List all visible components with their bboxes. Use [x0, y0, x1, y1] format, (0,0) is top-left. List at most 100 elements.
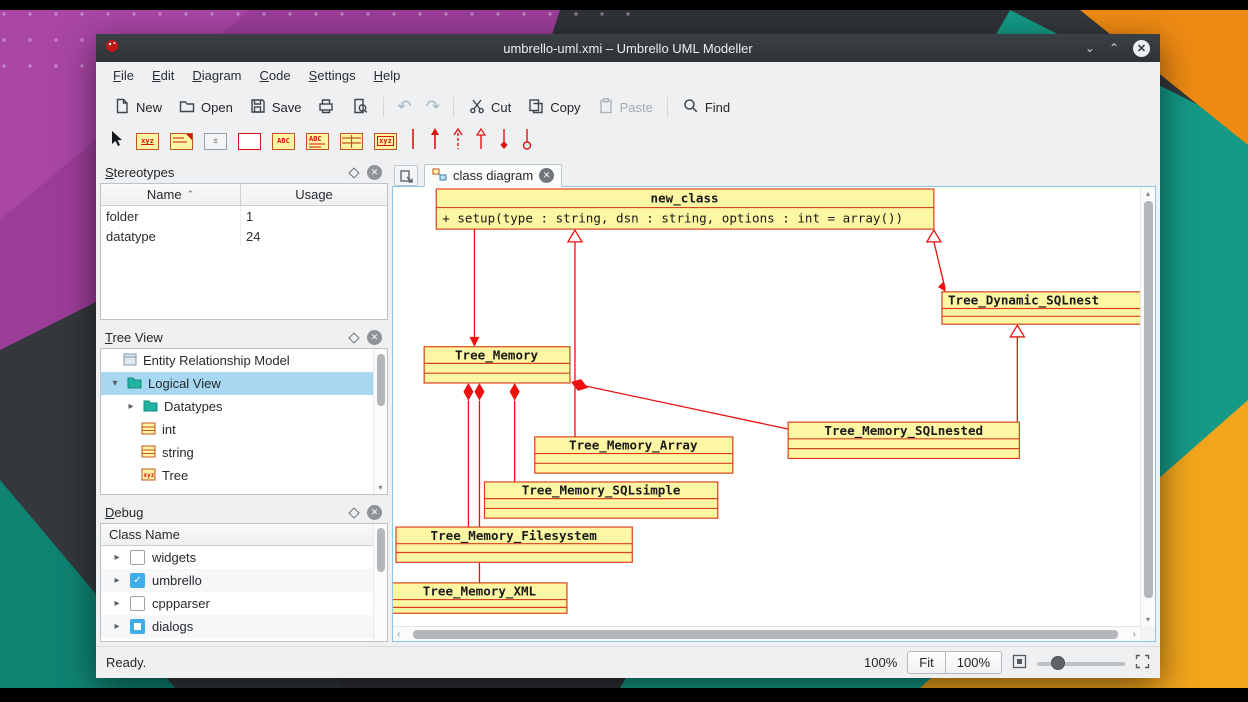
save-button[interactable]: Save — [242, 93, 309, 122]
scroll-up-icon[interactable]: ▴ — [1141, 189, 1155, 198]
tree-item-er-model[interactable]: Entity Relationship Model — [101, 349, 387, 372]
tab-class-diagram[interactable]: class diagram ✕ — [424, 164, 562, 187]
chevron-right-icon[interactable]: ▸ — [125, 401, 137, 412]
edge-treememory-filesystem[interactable] — [463, 383, 473, 527]
interface-tool[interactable]: ABC — [272, 133, 295, 150]
edge-treememory-sqlnested[interactable] — [571, 379, 788, 429]
checkbox-checked[interactable]: ✓ — [130, 573, 145, 588]
titlebar[interactable]: umbrello-uml.xmi – Umbrello UML Modeller… — [96, 34, 1160, 62]
edge-newclass-treememory[interactable] — [469, 229, 479, 347]
horizontal-scrollbar-thumb[interactable] — [413, 630, 1118, 639]
stereotypes-dock-header[interactable]: Stereotypes ✕ — [100, 162, 388, 183]
aggregation-tool[interactable] — [521, 128, 533, 155]
undo-button[interactable]: ↶ — [391, 97, 417, 117]
checkbox-unchecked[interactable] — [130, 550, 145, 565]
detach-tab-button[interactable] — [394, 165, 418, 186]
print-preview-button[interactable] — [344, 93, 376, 122]
chevron-right-icon[interactable]: ▸ — [111, 621, 123, 632]
chevron-down-icon[interactable]: ▾ — [109, 378, 121, 389]
checkbox-unchecked[interactable] — [130, 596, 145, 611]
copy-button[interactable]: Copy — [520, 93, 587, 122]
zoom-100-button[interactable]: 100% — [946, 651, 1002, 674]
tree-item-string[interactable]: string — [101, 441, 387, 464]
vertical-scrollbar-thumb[interactable] — [1144, 201, 1153, 598]
table-row[interactable]: folder 1 — [101, 206, 387, 226]
uml-class-new-class[interactable]: new_class + setup(type : string, dsn : s… — [436, 189, 934, 229]
horizontal-scrollbar[interactable]: ‹ › — [393, 626, 1140, 641]
tree-view-dock-header[interactable]: Tree View ✕ — [100, 327, 388, 348]
open-button[interactable]: Open — [171, 93, 240, 122]
directed-association-tool[interactable] — [429, 128, 441, 155]
scroll-down-icon[interactable]: ▾ — [1141, 615, 1155, 624]
tree-item-tree[interactable]: xyz Tree — [101, 464, 387, 487]
debug-item-widgets[interactable]: ▸ widgets — [101, 546, 387, 569]
tree-item-datatypes[interactable]: ▸ Datatypes — [101, 395, 387, 418]
table-row[interactable]: datatype 24 — [101, 226, 387, 246]
association-line-tool[interactable] — [408, 128, 418, 155]
note-tool[interactable] — [170, 133, 193, 150]
chevron-right-icon[interactable]: ▸ — [111, 575, 123, 586]
debug-item-dialogs[interactable]: ▸ dialogs — [101, 615, 387, 638]
uml-class-tree-memory-array[interactable]: Tree_Memory_Array — [535, 437, 733, 473]
select-pointer-tool[interactable] — [109, 130, 125, 153]
debug-dock-header[interactable]: Debug ✕ — [100, 502, 388, 523]
close-dock-icon[interactable]: ✕ — [367, 165, 382, 180]
debug-scrollbar[interactable] — [373, 524, 387, 641]
class-tool[interactable]: xyz — [136, 133, 159, 150]
redo-button[interactable]: ↷ — [420, 97, 446, 117]
cut-button[interactable]: Cut — [461, 93, 518, 122]
tree-item-int[interactable]: int — [101, 418, 387, 441]
uml-class-tree-memory-sqlnested[interactable]: Tree_Memory_SQLnested — [788, 422, 1019, 458]
fit-button[interactable]: Fit — [907, 651, 945, 674]
scroll-left-icon[interactable]: ‹ — [397, 627, 400, 641]
entity-tool[interactable]: xyz — [374, 133, 397, 150]
debug-item-cppparser[interactable]: ▸ cppparser — [101, 592, 387, 615]
uml-class-tree-memory-sqlsimple[interactable]: Tree_Memory_SQLsimple — [484, 482, 717, 518]
float-dock-icon[interactable] — [348, 332, 359, 343]
datatype-tool[interactable]: ABC — [306, 133, 329, 150]
checkbox-partial[interactable] — [130, 619, 145, 634]
uml-class-tree-memory[interactable]: Tree_Memory — [424, 347, 570, 383]
menu-code[interactable]: Code — [251, 64, 300, 87]
edge-treememory-sqlsimple[interactable] — [510, 383, 520, 482]
tree-item-logical-view[interactable]: ▾ Logical View — [101, 372, 387, 395]
generalization-tool[interactable] — [475, 128, 487, 155]
menu-diagram[interactable]: Diagram — [183, 64, 250, 87]
float-dock-icon[interactable] — [348, 507, 359, 518]
close-tab-icon[interactable]: ✕ — [539, 168, 554, 183]
edge-newclass-dynamic[interactable] — [927, 230, 946, 292]
tree-view-scrollbar[interactable]: ▾ — [373, 349, 387, 494]
minimize-button[interactable]: ⌄ — [1085, 42, 1095, 54]
chevron-right-icon[interactable]: ▸ — [111, 598, 123, 609]
fit-page-icon[interactable] — [1012, 654, 1027, 672]
paste-button[interactable]: Paste — [590, 93, 660, 122]
new-button[interactable]: New — [106, 93, 169, 122]
column-header-name[interactable]: Name ⌃ — [101, 184, 241, 205]
box-tool[interactable] — [238, 133, 261, 150]
package-tool[interactable] — [340, 133, 363, 150]
menu-help[interactable]: Help — [365, 64, 410, 87]
print-button[interactable] — [310, 93, 342, 122]
zoom-slider-handle[interactable] — [1051, 656, 1065, 670]
close-button[interactable]: ✕ — [1133, 40, 1150, 57]
close-dock-icon[interactable]: ✕ — [367, 330, 382, 345]
edge-sqlnested-dynamic[interactable] — [1010, 325, 1024, 422]
vertical-scrollbar[interactable]: ▴ ▾ — [1140, 187, 1155, 626]
scroll-right-icon[interactable]: › — [1133, 627, 1136, 641]
menu-file[interactable]: File — [104, 64, 143, 87]
uml-class-tree-dynamic-sqlnested[interactable]: Tree_Dynamic_SQLnest — [942, 292, 1140, 324]
diagram-canvas[interactable]: new_class + setup(type : string, dsn : s… — [393, 187, 1140, 626]
uml-class-tree-memory-xml[interactable]: Tree_Memory_XML — [393, 583, 567, 613]
menu-settings[interactable]: Settings — [300, 64, 365, 87]
text-lines-tool[interactable]: ≡ — [204, 133, 227, 150]
dependency-tool[interactable] — [452, 128, 464, 155]
composition-tool[interactable] — [498, 128, 510, 155]
menu-edit[interactable]: Edit — [143, 64, 183, 87]
chevron-right-icon[interactable]: ▸ — [111, 552, 123, 563]
close-dock-icon[interactable]: ✕ — [367, 505, 382, 520]
find-button[interactable]: Find — [675, 93, 737, 122]
float-dock-icon[interactable] — [348, 167, 359, 178]
edge-array-newclass[interactable] — [568, 230, 582, 437]
zoom-slider[interactable] — [1037, 655, 1125, 671]
debug-item-umbrello[interactable]: ▸ ✓ umbrello — [101, 569, 387, 592]
